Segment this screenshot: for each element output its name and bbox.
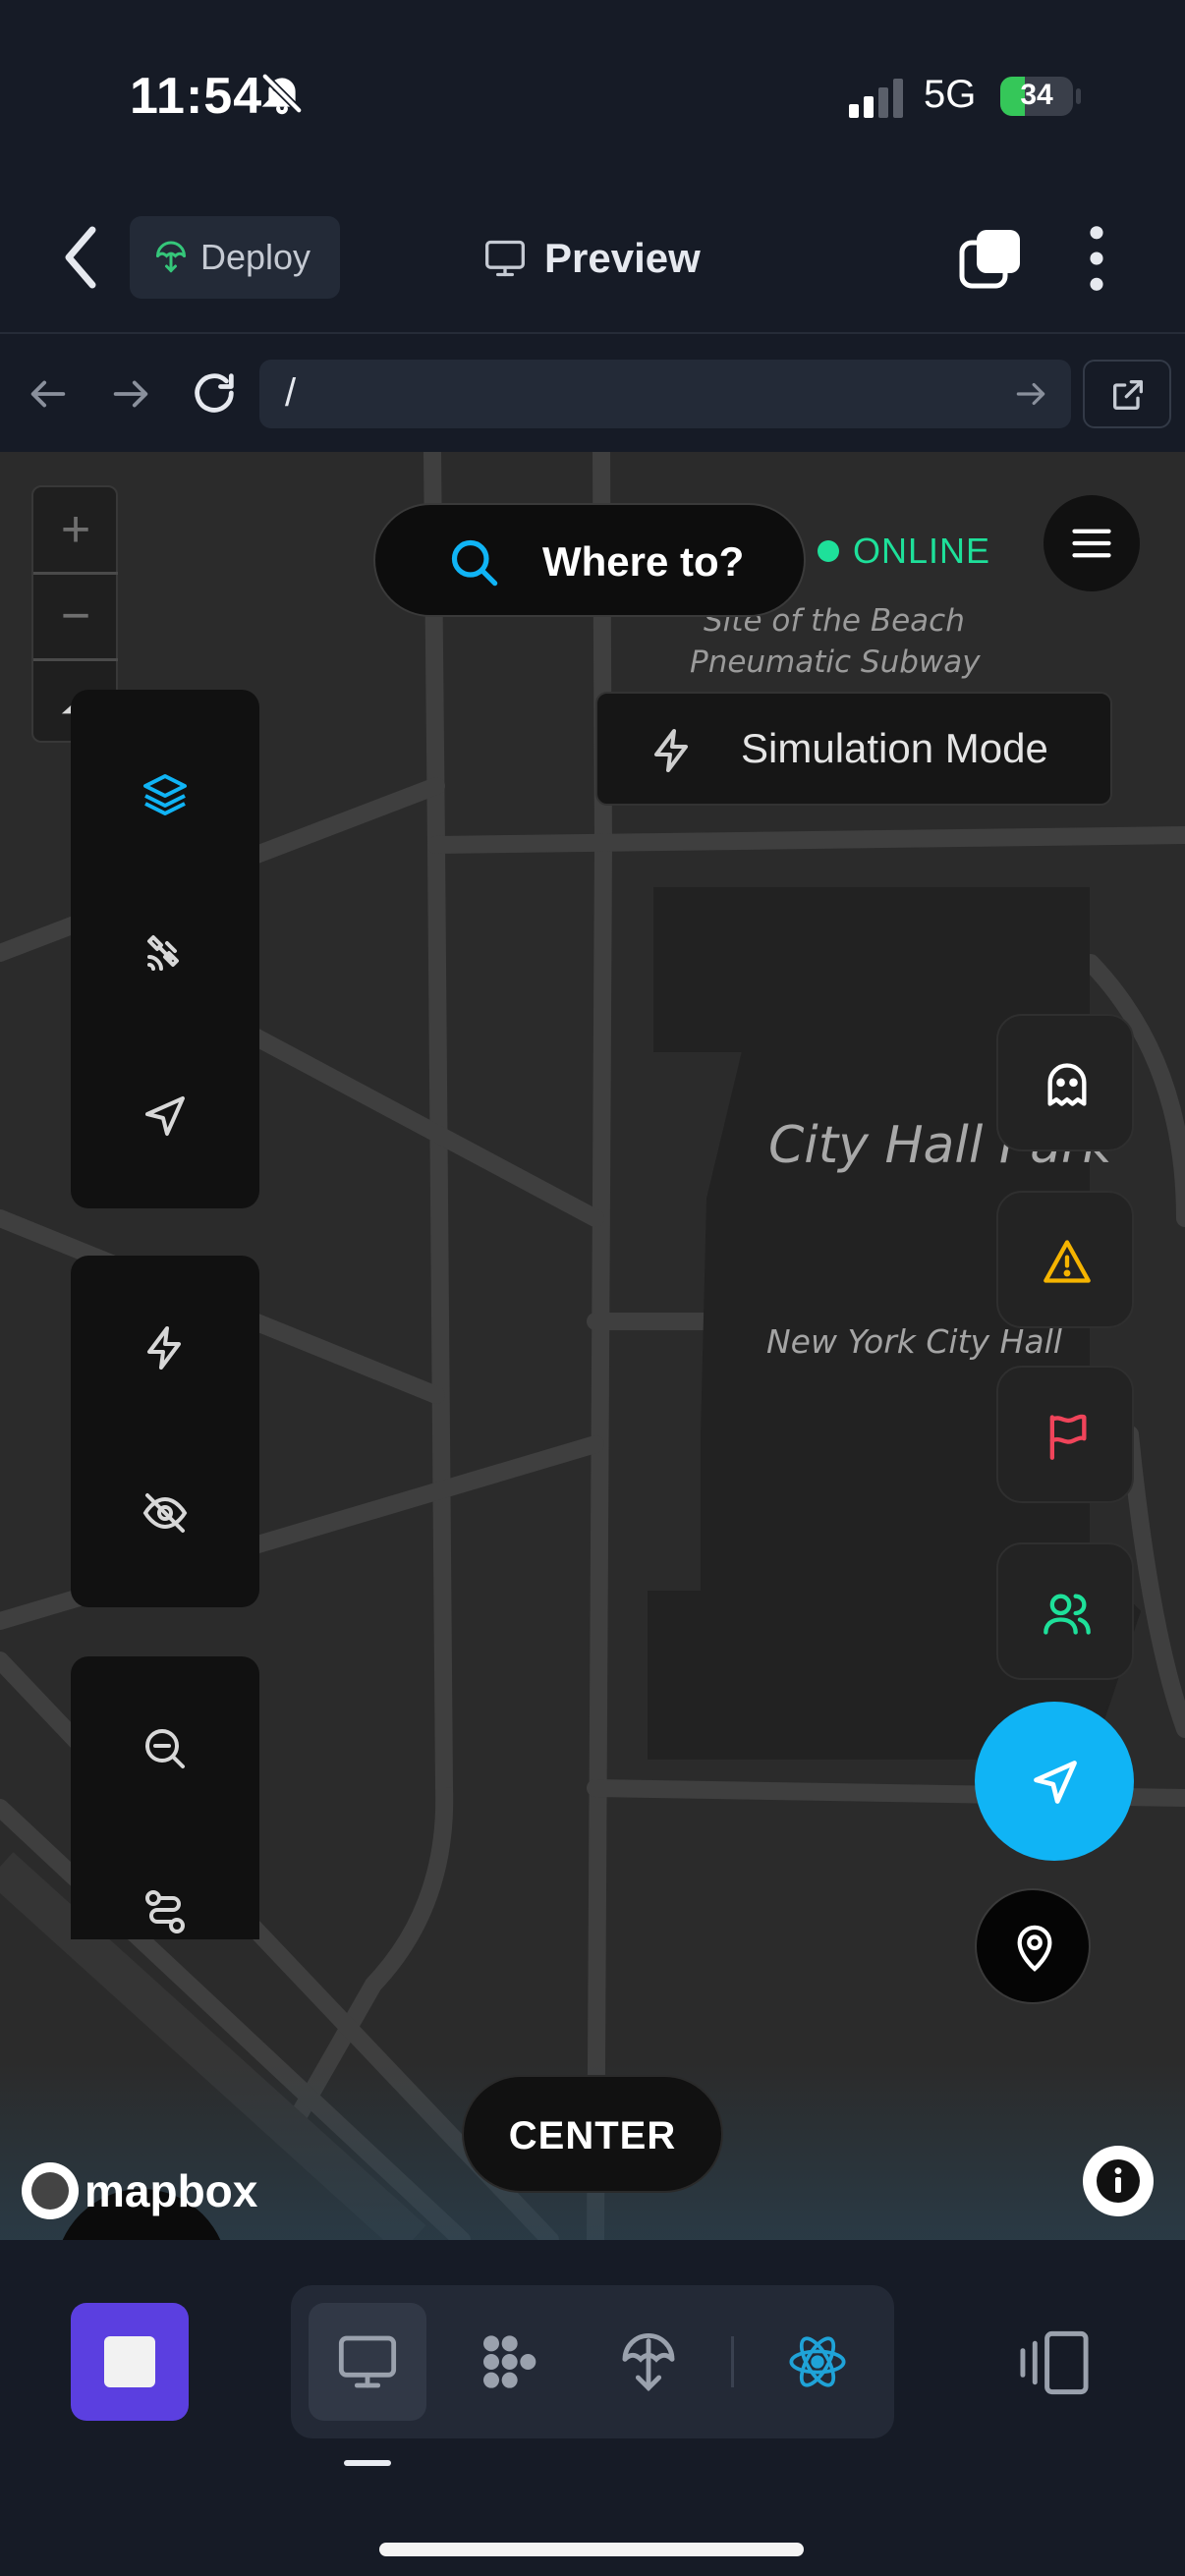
cellular-signal-icon <box>849 79 903 118</box>
route-icon[interactable] <box>141 1888 189 1935</box>
deploy-icon <box>156 241 186 273</box>
map-label-city-hall: New York City Hall <box>766 1322 1062 1361</box>
browser-forward-icon[interactable] <box>108 371 153 417</box>
url-text: / <box>285 371 297 415</box>
deploy-button[interactable]: Deploy <box>130 216 340 299</box>
zoom-out-icon[interactable] <box>141 1725 189 1772</box>
simulation-mode-button[interactable]: Simulation Mode <box>595 692 1112 806</box>
users-button[interactable] <box>996 1542 1134 1680</box>
tab-react[interactable] <box>759 2303 876 2421</box>
tabs-icon[interactable] <box>959 228 1022 291</box>
header-divider <box>0 332 1185 334</box>
search-placeholder: Where to? <box>542 538 745 585</box>
tab-apps[interactable] <box>448 2303 566 2421</box>
online-status: ONLINE <box>818 531 990 572</box>
status-dot <box>818 540 839 562</box>
center-label: CENTER <box>508 2114 677 2157</box>
bell-muted-icon <box>260 72 304 115</box>
back-chevron-icon[interactable] <box>53 222 112 293</box>
view-switcher <box>291 2285 894 2438</box>
side-panel-icon[interactable] <box>1018 2328 1091 2397</box>
tab-preview[interactable] <box>309 2303 426 2421</box>
map-tools-panel-3 <box>71 1656 259 1939</box>
map-tools-panel-1 <box>71 690 259 1208</box>
apps-icon <box>483 2335 536 2388</box>
map-pin-icon <box>1017 1925 1052 1972</box>
stop-icon <box>104 2336 155 2387</box>
active-tab-indicator <box>344 2460 391 2466</box>
lightning-icon <box>654 729 688 772</box>
bottom-toolbar <box>0 2240 1185 2576</box>
react-icon <box>789 2336 846 2387</box>
map-tools-panel-2 <box>71 1256 259 1607</box>
attribution-info-button[interactable] <box>1083 2146 1154 2216</box>
zoom-out-button[interactable]: − <box>33 574 118 658</box>
mapbox-logo[interactable]: mapbox <box>22 2159 257 2222</box>
search-icon <box>451 539 498 587</box>
deploy-label: Deploy <box>200 237 311 277</box>
search-bar[interactable]: Where to? <box>373 503 806 617</box>
tab-deploy[interactable] <box>590 2303 707 2421</box>
status-time: 11:54 <box>130 68 263 125</box>
status-bar: 11:54 5G 34 <box>0 0 1185 196</box>
preview-title: Preview <box>483 226 701 291</box>
eye-off-icon[interactable] <box>141 1489 189 1537</box>
go-arrow-icon[interactable] <box>1012 375 1049 413</box>
flag-icon <box>1049 1414 1087 1460</box>
map-view[interactable]: Site of the Beach Pneumatic Subway City … <box>0 452 1185 2240</box>
info-icon <box>1097 2159 1140 2203</box>
map-label-subway-2: Pneumatic Subway <box>690 644 981 680</box>
lightning-icon[interactable] <box>141 1324 189 1372</box>
location-pin-button[interactable] <box>975 1888 1091 2004</box>
battery-level: 34 <box>1020 79 1053 111</box>
simulation-label: Simulation Mode <box>741 725 1048 771</box>
navigation-arrow-icon[interactable] <box>141 1092 189 1140</box>
hamburger-menu-icon <box>1072 529 1111 558</box>
external-link-icon <box>1113 380 1143 410</box>
monitor-icon <box>338 2335 397 2388</box>
network-type: 5G <box>924 73 977 116</box>
stop-button[interactable] <box>71 2303 189 2421</box>
home-indicator[interactable] <box>379 2543 804 2556</box>
warning-icon <box>1044 1240 1091 1283</box>
preview-label: Preview <box>544 235 701 281</box>
flag-button[interactable] <box>996 1366 1134 1503</box>
users-icon <box>1044 1594 1091 1635</box>
more-vertical-icon[interactable] <box>1075 224 1118 293</box>
tool-group-divider <box>731 2336 734 2387</box>
navigate-button[interactable] <box>975 1702 1134 1861</box>
layers-icon[interactable] <box>141 770 189 817</box>
mapbox-icon <box>22 2162 79 2219</box>
open-external-button[interactable] <box>1083 360 1171 428</box>
zoom-in-button[interactable]: + <box>33 487 118 572</box>
mapbox-wordmark: mapbox <box>85 2165 258 2216</box>
browser-back-icon[interactable] <box>26 371 71 417</box>
monitor-icon <box>485 240 525 277</box>
reload-icon[interactable] <box>189 367 240 419</box>
online-label: ONLINE <box>853 531 991 571</box>
deploy-icon <box>622 2333 675 2392</box>
report-hazard-button[interactable] <box>996 1191 1134 1328</box>
ghost-icon <box>1047 1063 1087 1106</box>
center-map-button[interactable]: CENTER <box>462 2075 723 2193</box>
url-input[interactable]: / <box>259 360 1071 428</box>
ghost-mode-button[interactable] <box>996 1014 1134 1151</box>
menu-button[interactable] <box>1044 495 1140 591</box>
battery-icon: 34 <box>1000 77 1081 116</box>
satellite-icon[interactable] <box>141 929 189 977</box>
navigation-arrow-icon <box>1034 1761 1077 1804</box>
